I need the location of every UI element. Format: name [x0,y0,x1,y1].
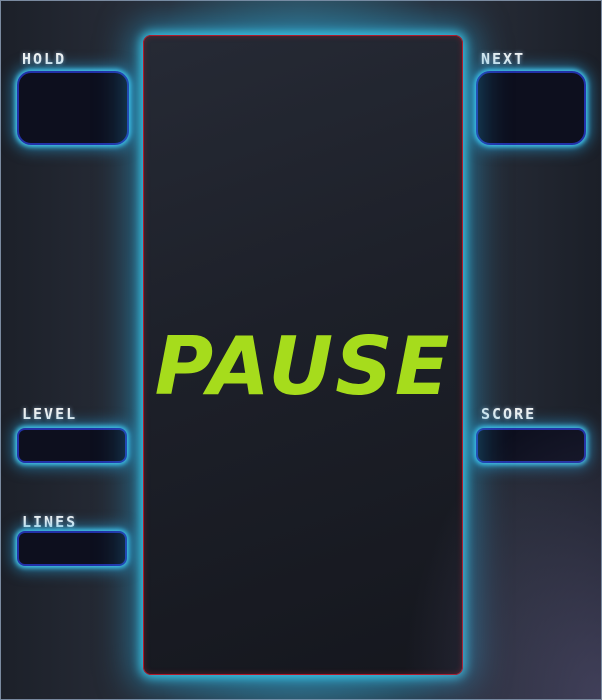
next-piece-box [476,71,586,145]
hold-piece-box [17,71,129,145]
lines-value-box [17,531,127,566]
score-value-box [476,428,586,463]
score-label: SCORE [481,405,537,423]
level-value-box [17,428,127,463]
level-label: LEVEL [22,405,78,423]
hold-label: HOLD [22,50,67,68]
game-board[interactable]: PAUSE [143,35,463,675]
next-label: NEXT [481,50,526,68]
pause-text: PAUSE [154,320,452,413]
game-frame: HOLD NEXT LEVEL SCORE LINES PAUSE [0,0,602,700]
lines-label: LINES [22,513,78,531]
